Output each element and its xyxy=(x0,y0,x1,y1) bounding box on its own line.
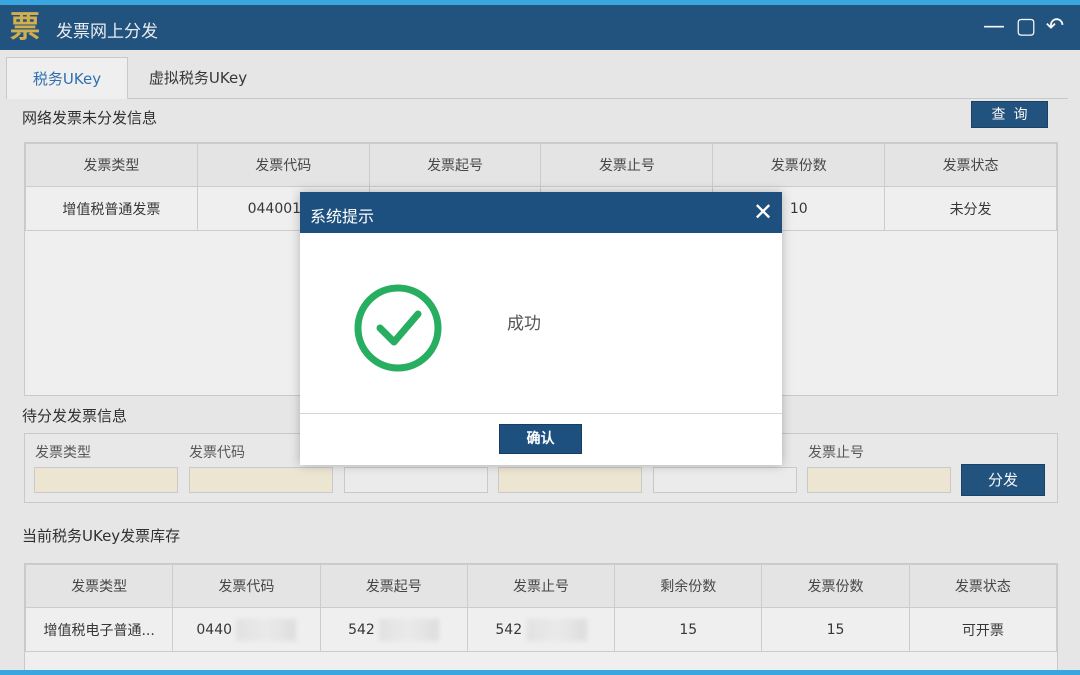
close-icon[interactable]: ✕ xyxy=(748,196,778,228)
dialog-message: 成功 xyxy=(507,314,541,334)
system-prompt-dialog: 系统提示 ✕ 成功 确认 xyxy=(300,192,782,465)
check-circle-icon xyxy=(354,284,442,372)
dialog-divider xyxy=(300,413,782,414)
app-window: 票 发票网上分发 — ▢ ↶ 税务UKey 虚拟税务UKey 网络发票未分发信息… xyxy=(0,5,1080,670)
dialog-header: 系统提示 ✕ xyxy=(300,192,782,233)
confirm-button[interactable]: 确认 xyxy=(499,424,582,454)
dialog-title: 系统提示 xyxy=(310,207,375,226)
